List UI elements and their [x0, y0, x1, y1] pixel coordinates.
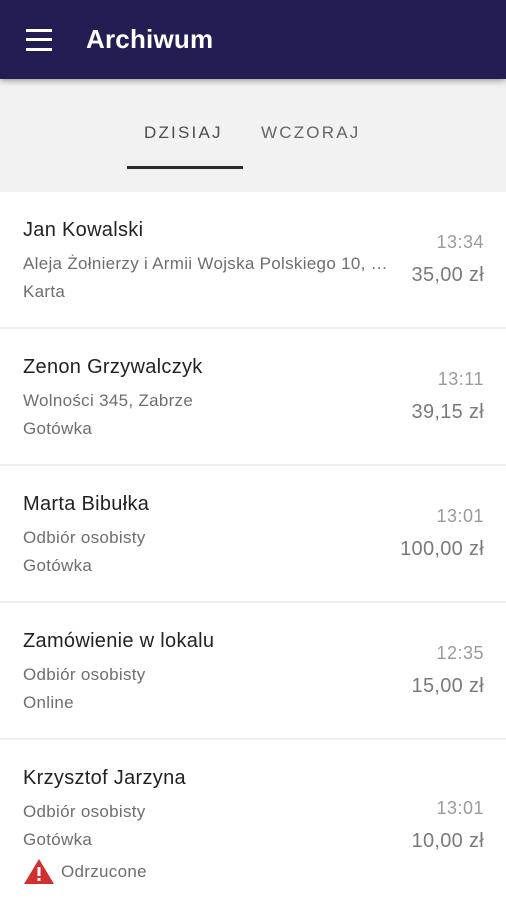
customer-name: Jan Kowalski	[23, 219, 144, 241]
order-time: 13:01	[436, 798, 484, 818]
order-time: 13:01	[436, 506, 484, 526]
order-price: 39,15 zł	[411, 401, 484, 423]
order-address: Odbiór osobisty	[23, 528, 146, 547]
order-row[interactable]: Zamówienie w lokalu Odbiór osobisty Onli…	[0, 603, 506, 740]
order-row[interactable]: Krzysztof Jarzyna Odbiór osobisty Gotówk…	[0, 740, 506, 900]
customer-name: Krzysztof Jarzyna	[23, 767, 186, 789]
order-row[interactable]: Jan Kowalski Aleja Żołnierzy i Armii Woj…	[0, 192, 506, 329]
order-time: 13:11	[437, 369, 484, 389]
payment-method: Gotówka	[23, 556, 93, 575]
order-time: 13:34	[436, 232, 484, 252]
order-price: 35,00 zł	[411, 264, 484, 286]
tab-dzisiaj[interactable]: DZISIAJ	[144, 123, 223, 143]
order-status: Odrzucone	[23, 858, 147, 885]
order-row[interactable]: Zenon Grzywalczyk Wolności 345, Zabrze G…	[0, 329, 506, 466]
status-label: Odrzucone	[61, 861, 147, 881]
order-row[interactable]: Marta Bibułka Odbiór osobisty Gotówka 13…	[0, 466, 506, 603]
orders-list: Jan Kowalski Aleja Żołnierzy i Armii Woj…	[0, 192, 506, 900]
customer-name: Zenon Grzywalczyk	[23, 356, 203, 378]
tab-wczoraj[interactable]: WCZORAJ	[261, 123, 360, 143]
order-address: Wolności 345, Zabrze	[23, 391, 194, 410]
order-address: Aleja Żołnierzy i Armii Wojska Polskiego…	[23, 254, 398, 273]
payment-method: Gotówka	[23, 419, 93, 438]
payment-method: Online	[23, 693, 74, 712]
order-address: Odbiór osobisty	[23, 665, 146, 684]
order-price: 100,00 zł	[400, 538, 484, 560]
customer-name: Zamówienie w lokalu	[23, 630, 215, 652]
active-tab-indicator	[127, 166, 243, 169]
order-price: 15,00 zł	[411, 675, 484, 697]
payment-method: Gotówka	[23, 830, 93, 849]
payment-method: Karta	[23, 282, 66, 301]
page-title: Archiwum	[86, 24, 214, 54]
hamburger-menu-icon[interactable]	[26, 28, 54, 51]
order-price: 10,00 zł	[411, 830, 484, 852]
order-time: 12:35	[436, 643, 484, 663]
tab-bar: DZISIAJ WCZORAJ	[0, 79, 506, 192]
warning-icon	[24, 859, 54, 884]
app-bar: Archiwum	[0, 0, 506, 79]
customer-name: Marta Bibułka	[23, 493, 150, 515]
order-address: Odbiór osobisty	[23, 802, 146, 821]
